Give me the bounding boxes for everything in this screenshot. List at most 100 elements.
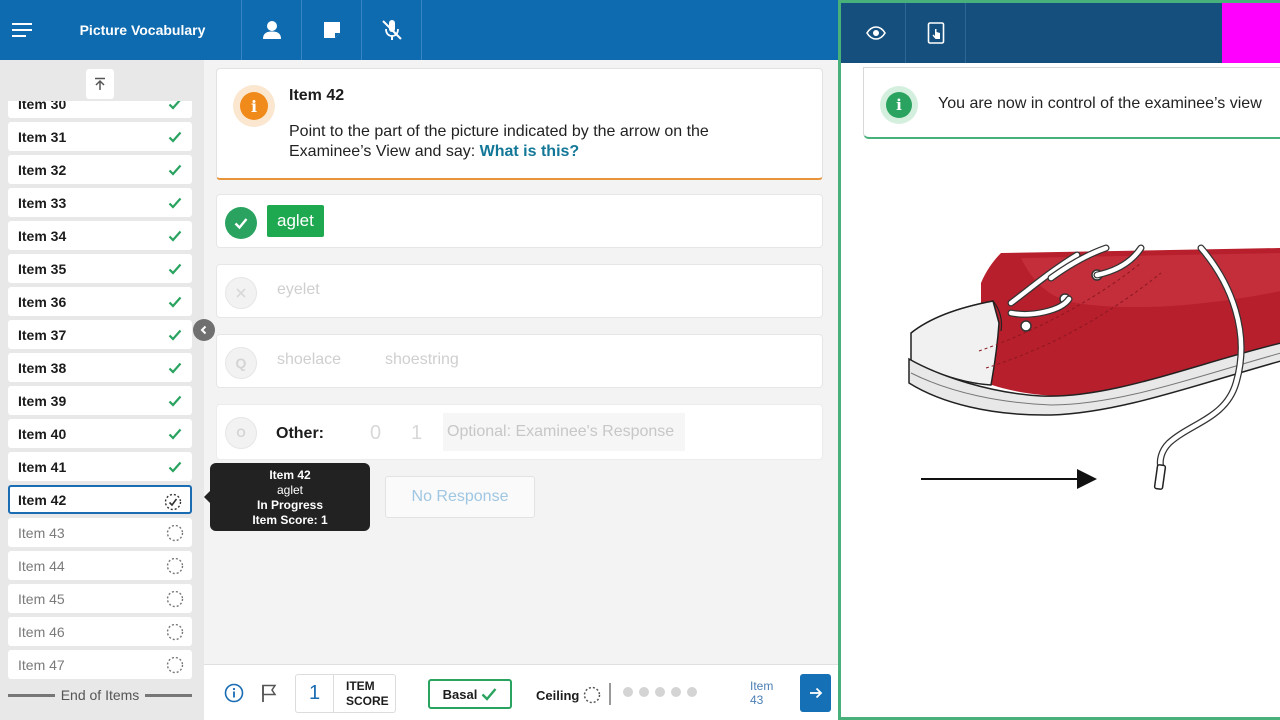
flag-button[interactable] — [260, 683, 278, 708]
sidebar-item[interactable]: Item 38 — [8, 353, 192, 382]
sidebar-item-label: Item 36 — [18, 293, 67, 310]
item-score-box: 1 ITEM SCORE — [295, 674, 396, 713]
ceiling-status: Ceiling — [536, 686, 601, 704]
response-incorrect[interactable]: eyelet — [216, 264, 823, 318]
sidebar-item-label: Item 46 — [18, 623, 65, 640]
flag-icon — [262, 684, 277, 702]
chevron-left-icon — [200, 325, 207, 335]
response-query[interactable]: Q shoelace shoestring — [216, 334, 823, 388]
sidebar-item[interactable]: Item 31 — [8, 122, 192, 151]
sidebar-item[interactable]: Item 47 — [8, 650, 192, 679]
other-response-input[interactable]: Optional: Examinee's Response — [443, 413, 685, 451]
person-icon — [262, 21, 281, 39]
menu-icon — [12, 23, 32, 37]
menu-button[interactable] — [0, 0, 44, 60]
response-correct[interactable]: aglet — [216, 194, 823, 248]
sidebar-item[interactable]: Item 41 — [8, 452, 192, 481]
examinee-view-toggle-button[interactable] — [846, 3, 906, 63]
checkmark-icon — [166, 128, 184, 146]
sidebar-item[interactable]: Item 35 — [8, 254, 192, 283]
x-mark-icon — [225, 277, 257, 309]
accent-block — [1222, 3, 1280, 63]
response-other: O Other: 0 1 Optional: Examinee's Respon… — [216, 404, 823, 460]
sidebar-item[interactable]: Item 39 — [8, 386, 192, 415]
other-label: Other: — [276, 425, 324, 442]
footer-separator — [609, 683, 611, 705]
item-instruction: Point to the part of the picture indicat… — [289, 123, 709, 160]
control-notification-text: You are now in control of the examinee’s… — [938, 95, 1262, 112]
sidebar-item[interactable]: Item 45 — [8, 584, 192, 613]
checkmark-icon — [166, 359, 184, 377]
note-icon — [323, 22, 340, 38]
item-score-label: ITEM SCORE — [346, 679, 389, 708]
arrow-right-icon — [809, 687, 822, 699]
item-list: Item 30 Item 31 Item 32 Item 33 Item 34 Item … — [0, 101, 204, 681]
sidebar-item-label: Item 42 — [18, 491, 67, 508]
other-o-icon: O — [225, 417, 257, 449]
sidebar-item-label: Item 33 — [18, 194, 67, 211]
end-of-items: End of Items — [8, 685, 192, 705]
checkmark-icon — [166, 194, 184, 212]
notes-button[interactable] — [302, 0, 362, 60]
app-header: Picture Vocabulary — [0, 0, 840, 60]
arrow-up-to-line-icon — [95, 77, 105, 90]
sidebar-item-label: Item 43 — [18, 524, 65, 541]
checkmark-icon — [166, 293, 184, 311]
sidebar-item-label: Item 39 — [18, 392, 67, 409]
sidebar-item-label: Item 30 — [18, 101, 67, 112]
item-panel: i Item 42 Point to the part of the pictu… — [204, 60, 838, 664]
checkmark-icon — [481, 688, 497, 701]
next-item-button[interactable] — [800, 674, 831, 712]
microphone-button[interactable] — [362, 0, 422, 60]
sidebar-item-label: Item 31 — [18, 128, 67, 145]
ceiling-label: Ceiling — [536, 687, 580, 703]
sidebar-item-label: Item 35 — [18, 260, 67, 277]
info-icon: i — [886, 92, 912, 118]
sidebar-item-label: Item 40 — [18, 425, 67, 442]
checkmark-icon — [166, 326, 184, 344]
scroll-to-top-button[interactable] — [86, 69, 114, 99]
item-navigator: Item 30 Item 31 Item 32 Item 33 Item 34 Item … — [0, 60, 204, 720]
info-button[interactable] — [224, 683, 244, 708]
response-query-label-2: shoestring — [385, 351, 459, 368]
checkmark-icon — [166, 101, 184, 113]
end-of-items-label: End of Items — [60, 687, 140, 703]
sidebar-item[interactable]: Item 33 — [8, 188, 192, 217]
examinee-control-button[interactable] — [906, 3, 966, 63]
control-notification: i You are now in control of the examinee… — [863, 67, 1280, 139]
sidebar-item[interactable]: Item 30 — [8, 101, 192, 118]
app-title: Picture Vocabulary — [44, 0, 242, 60]
sidebar-item[interactable]: Item 37 — [8, 320, 192, 349]
sidebar-item-label: Item 44 — [18, 557, 65, 574]
in-progress-icon — [164, 493, 182, 511]
examinee-view-toolbar — [841, 3, 1280, 63]
other-score-0-button[interactable]: 0 — [370, 422, 381, 445]
tablet-touch-icon — [927, 22, 944, 44]
checkmark-icon — [166, 425, 184, 443]
other-score-1-button[interactable]: 1 — [411, 422, 422, 445]
examinee-button[interactable] — [242, 0, 302, 60]
info-outline-icon — [224, 683, 244, 703]
basal-button[interactable]: Basal — [428, 679, 512, 709]
sidebar-item[interactable]: Item 40 — [8, 419, 192, 448]
sidebar-item[interactable]: Item 36 — [8, 287, 192, 316]
item-title: Item 42 — [289, 87, 345, 104]
sidebar-item-label: Item 32 — [18, 161, 67, 178]
no-response-button[interactable]: No Response — [385, 476, 535, 518]
sidebar-item[interactable]: Item 34 — [8, 221, 192, 250]
sidebar-item[interactable]: Item 43 — [8, 518, 192, 547]
mic-muted-icon — [381, 20, 402, 40]
item-instruction-card: i Item 42 Point to the part of the pictu… — [216, 68, 823, 180]
sidebar-item[interactable]: Item 42 — [8, 485, 192, 514]
sidebar-item[interactable]: Item 32 — [8, 155, 192, 184]
collapse-sidebar-button[interactable] — [193, 319, 215, 341]
checkmark-icon — [225, 207, 257, 239]
checkmark-icon — [166, 260, 184, 278]
query-q-icon: Q — [225, 347, 257, 379]
footer-toolbar: 1 ITEM SCORE Basal Ceiling Item 43 — [204, 664, 838, 720]
sidebar-item[interactable]: Item 44 — [8, 551, 192, 580]
sidebar-item-label: Item 47 — [18, 656, 65, 673]
item-question: What is this? — [479, 143, 580, 160]
sidebar-item[interactable]: Item 46 — [8, 617, 192, 646]
next-item-label: Item 43 — [750, 679, 774, 707]
